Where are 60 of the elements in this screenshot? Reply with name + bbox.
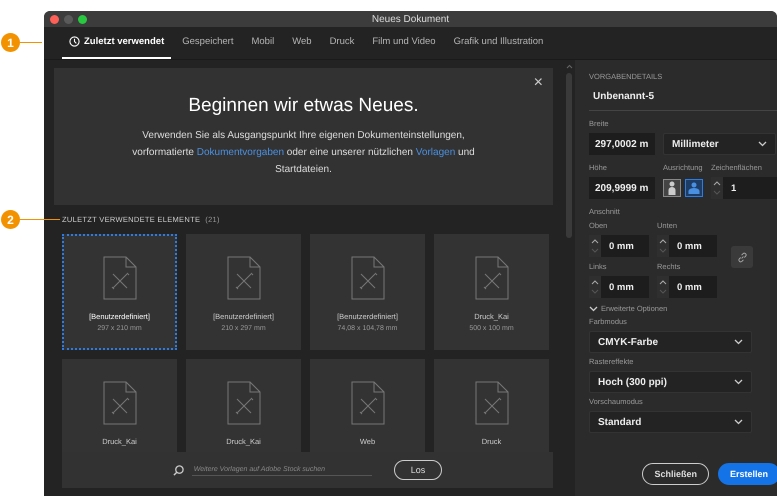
document-icon [102, 256, 136, 300]
callout-number: 1 [1, 33, 20, 52]
leader-line [20, 218, 60, 220]
callout-number: 2 [1, 210, 20, 229]
stepper-icon[interactable] [711, 177, 723, 199]
document-icon [474, 381, 508, 425]
document-icon [102, 381, 136, 425]
tab[interactable]: Mobil [244, 26, 282, 59]
person-icon [688, 182, 700, 194]
stepper-icon[interactable] [589, 276, 601, 298]
unit-select[interactable]: Millimeter [663, 133, 776, 155]
window-title: Neues Dokument [372, 14, 450, 24]
templates-link[interactable]: Vorlagen [416, 147, 456, 158]
document-icon [474, 256, 508, 300]
close-window-button[interactable] [50, 14, 59, 24]
bleed-field[interactable]: 0 mm [589, 276, 649, 298]
portrait-button[interactable] [663, 179, 681, 197]
dropdown[interactable]: CMYK-Farbe [589, 331, 752, 353]
presets-link[interactable]: Dokumentvorgaben [196, 147, 284, 158]
search-icon [172, 464, 184, 476]
tab[interactable]: Druck [322, 26, 362, 59]
dropdown[interactable]: Hoch (300 ppi) [589, 371, 752, 393]
chevron-down-icon [734, 419, 743, 425]
document-icon [226, 381, 260, 425]
bleed-field[interactable]: 0 mm [589, 235, 649, 257]
tab[interactable]: Film und Video [365, 26, 443, 59]
zoom-window-button[interactable] [78, 14, 87, 24]
scroll-up-icon[interactable] [566, 64, 572, 69]
height-field[interactable]: 209,9999 m [589, 177, 655, 199]
tab[interactable]: Gespeichert [175, 26, 240, 59]
tab[interactable]: Zuletzt verwendet [62, 26, 172, 59]
landscape-button[interactable] [685, 179, 703, 197]
chevron-down-icon [734, 379, 743, 385]
tab[interactable]: Grafik und Illustration [446, 26, 550, 59]
create-button[interactable]: Erstellen [718, 463, 777, 485]
banner-text: Verwenden Sie als Ausgangspunkt Ihre eigenen Dokumenteinstellungen, vorformatierte Dokumentvorgaben oder eine unserer nützlichen Vorlagen und Startdateien. [131, 129, 476, 177]
chevron-down-icon [758, 141, 767, 147]
width-field[interactable]: 297,0002 m [589, 133, 655, 155]
clock-icon [69, 36, 80, 47]
bleed-field[interactable]: 0 mm [657, 235, 717, 257]
link-button[interactable] [731, 246, 753, 268]
document-icon [226, 256, 260, 300]
banner-title: Beginnen wir etwas Neues. [188, 95, 419, 117]
document-name[interactable]: Unbenannt-5 [589, 81, 777, 111]
artboards-field[interactable]: 1 [711, 177, 777, 199]
close-button[interactable]: Schließen [642, 463, 709, 485]
chevron-down-icon [734, 339, 743, 345]
stepper-icon[interactable] [657, 276, 669, 298]
leader-line [20, 42, 42, 44]
tab[interactable]: Web [285, 26, 319, 59]
link-icon [736, 252, 748, 262]
person-icon [668, 181, 676, 195]
go-button[interactable]: Los [394, 460, 442, 480]
stepper-icon[interactable] [657, 235, 669, 257]
dropdown[interactable]: Standard [589, 411, 752, 433]
document-icon [350, 381, 384, 425]
document-icon [350, 256, 384, 300]
close-icon[interactable]: × [534, 74, 543, 92]
stepper-icon[interactable] [589, 235, 601, 257]
bleed-field[interactable]: 0 mm [657, 276, 717, 298]
